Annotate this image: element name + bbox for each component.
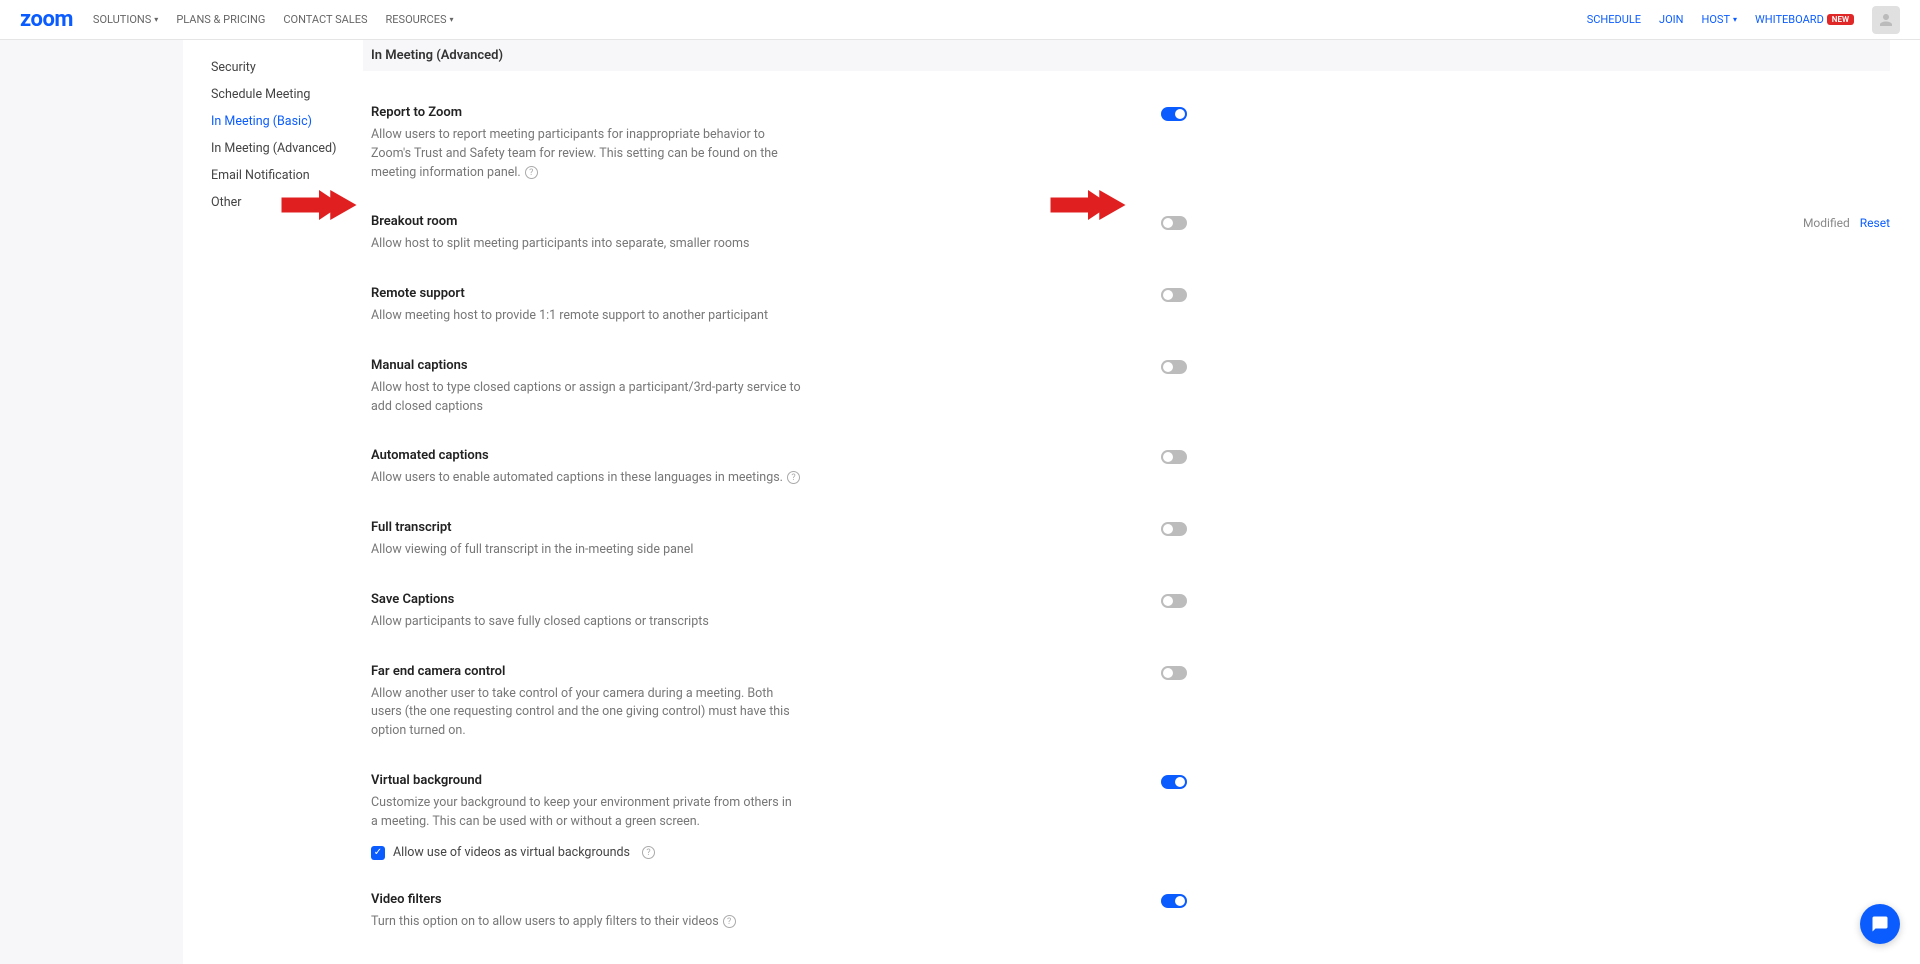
setting-description: Allow another user to take control of yo… [371, 685, 801, 741]
subnav-security[interactable]: Security [211, 54, 363, 81]
setting-description: Allow host to split meeting participants… [371, 235, 801, 254]
toggle-remote-support[interactable] [1161, 288, 1187, 302]
reset-link[interactable]: Reset [1860, 216, 1890, 230]
info-icon[interactable]: ? [787, 471, 800, 484]
nav-solutions[interactable]: SOLUTIONS▾ [93, 13, 158, 26]
setting-virtual-bg: Virtual background Customize your backgro… [363, 757, 1890, 877]
setting-title: Breakout room [371, 214, 1161, 229]
setting-title: Remote support [371, 286, 1161, 301]
caret-down-icon: ▾ [450, 15, 454, 24]
checkbox-row: ✓ Allow use of videos as virtual backgrou… [371, 845, 1161, 860]
setting-title: Far end camera control [371, 664, 1161, 679]
setting-description: Allow participants to save fully closed … [371, 613, 801, 632]
toggle-virtual-bg[interactable] [1161, 775, 1187, 789]
setting-description: Customize your background to keep your e… [371, 794, 801, 832]
toggle-far-end[interactable] [1161, 666, 1187, 680]
toggle-manual-captions[interactable] [1161, 360, 1187, 374]
setting-description: Allow host to type closed captions or as… [371, 379, 801, 417]
setting-full-transcript: Full transcript Allow viewing of full tra… [363, 504, 1890, 576]
nav-schedule[interactable]: SCHEDULE [1587, 13, 1641, 26]
nav-whiteboard[interactable]: WHITEBOARD NEW [1755, 13, 1854, 26]
toggle-report[interactable] [1161, 107, 1187, 121]
info-icon[interactable]: ? [525, 166, 538, 179]
setting-save-captions: Save Captions Allow participants to save … [363, 576, 1890, 648]
subnav-in-meeting-basic-[interactable]: In Meeting (Basic) [211, 108, 363, 135]
caret-down-icon: ▾ [154, 15, 158, 24]
setting-description: Turn this option on to allow users to ap… [371, 913, 801, 932]
caret-down-icon: ▾ [1733, 15, 1737, 24]
setting-manual-captions: Manual captions Allow host to type closed… [363, 342, 1890, 433]
setting-title: Manual captions [371, 358, 1161, 373]
avatar[interactable] [1872, 6, 1900, 34]
info-icon[interactable]: ? [723, 915, 736, 928]
toggle-video-filters[interactable] [1161, 894, 1187, 908]
setting-automated-captions: Automated captions Allow users to enable … [363, 432, 1890, 504]
setting-description: Allow users to enable automated captions… [371, 469, 801, 488]
new-badge: NEW [1827, 14, 1854, 25]
setting-breakout: Breakout room Allow host to split meeting… [363, 198, 1890, 270]
setting-title: Automated captions [371, 448, 1161, 463]
nav-right: SCHEDULE JOIN HOST▾ WHITEBOARD NEW [1587, 6, 1900, 34]
subnav-schedule-meeting[interactable]: Schedule Meeting [211, 81, 363, 108]
subnav-other[interactable]: Other [211, 189, 363, 216]
zoom-logo[interactable]: zoom [20, 7, 73, 32]
setting-far-end: Far end camera control Allow another user… [363, 648, 1890, 757]
setting-video-filters: Video filters Turn this option on to allo… [363, 876, 1890, 948]
checkbox[interactable]: ✓ [371, 846, 385, 860]
subnav-email-notification[interactable]: Email Notification [211, 162, 363, 189]
setting-title: Save Captions [371, 592, 1161, 607]
toggle-save-captions[interactable] [1161, 594, 1187, 608]
section-header: In Meeting (Advanced) [363, 40, 1890, 71]
setting-description: Allow users to report meeting participan… [371, 126, 801, 182]
info-icon[interactable]: ? [642, 846, 655, 859]
nav-host[interactable]: HOST▾ [1702, 13, 1738, 26]
setting-description: Allow viewing of full transcript in the … [371, 541, 801, 560]
subnav-in-meeting-advanced-[interactable]: In Meeting (Advanced) [211, 135, 363, 162]
nav-resources[interactable]: RESOURCES▾ [386, 13, 454, 26]
nav-join[interactable]: JOIN [1659, 13, 1683, 26]
nav-plans-pricing[interactable]: PLANS & PRICING [176, 13, 265, 26]
setting-description: Allow meeting host to provide 1:1 remote… [371, 307, 801, 326]
setting-title: Virtual background [371, 773, 1161, 788]
setting-title: Report to Zoom [371, 105, 1161, 120]
top-header: zoom SOLUTIONS▾ PLANS & PRICING CONTACT SA… [0, 0, 1920, 40]
left-gutter [0, 40, 183, 964]
modified-label: Modified [1803, 216, 1850, 230]
setting-remote-support: Remote support Allow meeting host to prov… [363, 270, 1890, 342]
toggle-automated-captions[interactable] [1161, 450, 1187, 464]
nav-contact-sales[interactable]: CONTACT SALES [283, 13, 367, 26]
toggle-breakout[interactable] [1161, 216, 1187, 230]
setting-report: Report to Zoom Allow users to report meet… [363, 89, 1890, 198]
settings-subnav: SecuritySchedule MeetingIn Meeting (Basi… [183, 40, 363, 964]
setting-title: Video filters [371, 892, 1161, 907]
toggle-full-transcript[interactable] [1161, 522, 1187, 536]
setting-title: Full transcript [371, 520, 1161, 535]
chat-bubble-button[interactable] [1860, 904, 1900, 944]
checkbox-label: Allow use of videos as virtual backgroun… [393, 845, 630, 860]
